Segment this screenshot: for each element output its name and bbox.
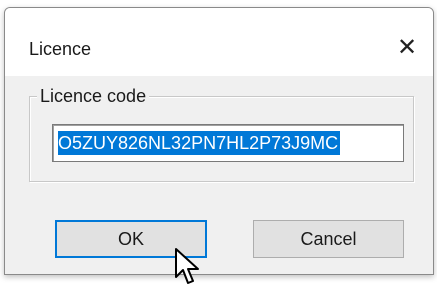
licence-code-input[interactable]: O5ZUY826NL32PN7HL2P73J9MC [52,124,404,162]
close-icon[interactable]: ✕ [389,30,425,64]
licence-code-value: O5ZUY826NL32PN7HL2P73J9MC [58,131,341,155]
cancel-button[interactable]: Cancel [253,220,404,258]
mouse-pointer-icon [175,248,199,284]
dialog-title: Licence [29,39,92,59]
title-bar: Licence ✕ [5,8,433,76]
licence-code-legend: Licence code [37,86,150,106]
